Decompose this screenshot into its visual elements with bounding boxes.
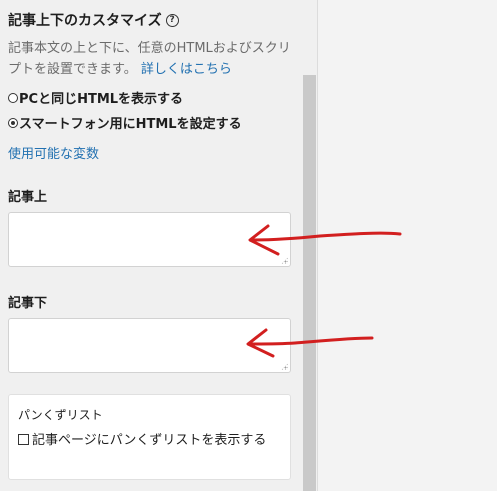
textarea-below[interactable] [8, 318, 291, 373]
details-link[interactable]: 詳しくはこちら [141, 62, 232, 77]
checkbox[interactable] [18, 434, 29, 445]
radio-label: PCと同じHTMLを表示する [19, 92, 184, 107]
field-label-above: 記事上 [8, 190, 48, 205]
breadcrumb-card-title: パンくずリスト [18, 408, 103, 422]
radio-button-unchecked[interactable] [8, 92, 18, 103]
section-heading: 記事上下のカスタマイズ ? [8, 10, 179, 30]
radio-button-checked[interactable] [8, 117, 18, 128]
breadcrumb-checkbox-row[interactable]: 記事ページにパンくずリストを表示する [18, 431, 283, 451]
textarea-above[interactable] [8, 212, 291, 267]
checkbox-label: 記事ページにパンくずリストを表示する [32, 433, 267, 448]
resize-handle-icon[interactable] [281, 363, 288, 370]
radio-label: スマートフォン用にHTMLを設定する [19, 117, 242, 132]
variables-link[interactable]: 使用可能な変数 [8, 143, 99, 162]
section-description: 記事本文の上と下に、任意のHTMLおよびスクリプトを設置できます。 詳しくはこち… [8, 38, 293, 80]
question-circle-icon[interactable]: ? [165, 13, 179, 27]
customizer-panel: 記事上下のカスタマイズ ? 記事本文の上と下に、任意のHTMLおよびスクリプトを… [0, 0, 301, 491]
resize-handle-icon[interactable] [281, 257, 288, 264]
breadcrumb-card: パンくずリスト 記事ページにパンくずリストを表示する [8, 394, 291, 480]
radio-same-as-pc[interactable]: PCと同じHTMLを表示する [8, 88, 183, 107]
scrollbar-thumb[interactable] [303, 75, 316, 491]
radio-smartphone-html[interactable]: スマートフォン用にHTMLを設定する [8, 113, 242, 132]
field-label-below: 記事下 [8, 296, 48, 311]
panel-scrollbar[interactable] [301, 0, 317, 491]
preview-area [318, 0, 497, 491]
section-title: 記事上下のカスタマイズ [8, 13, 162, 29]
